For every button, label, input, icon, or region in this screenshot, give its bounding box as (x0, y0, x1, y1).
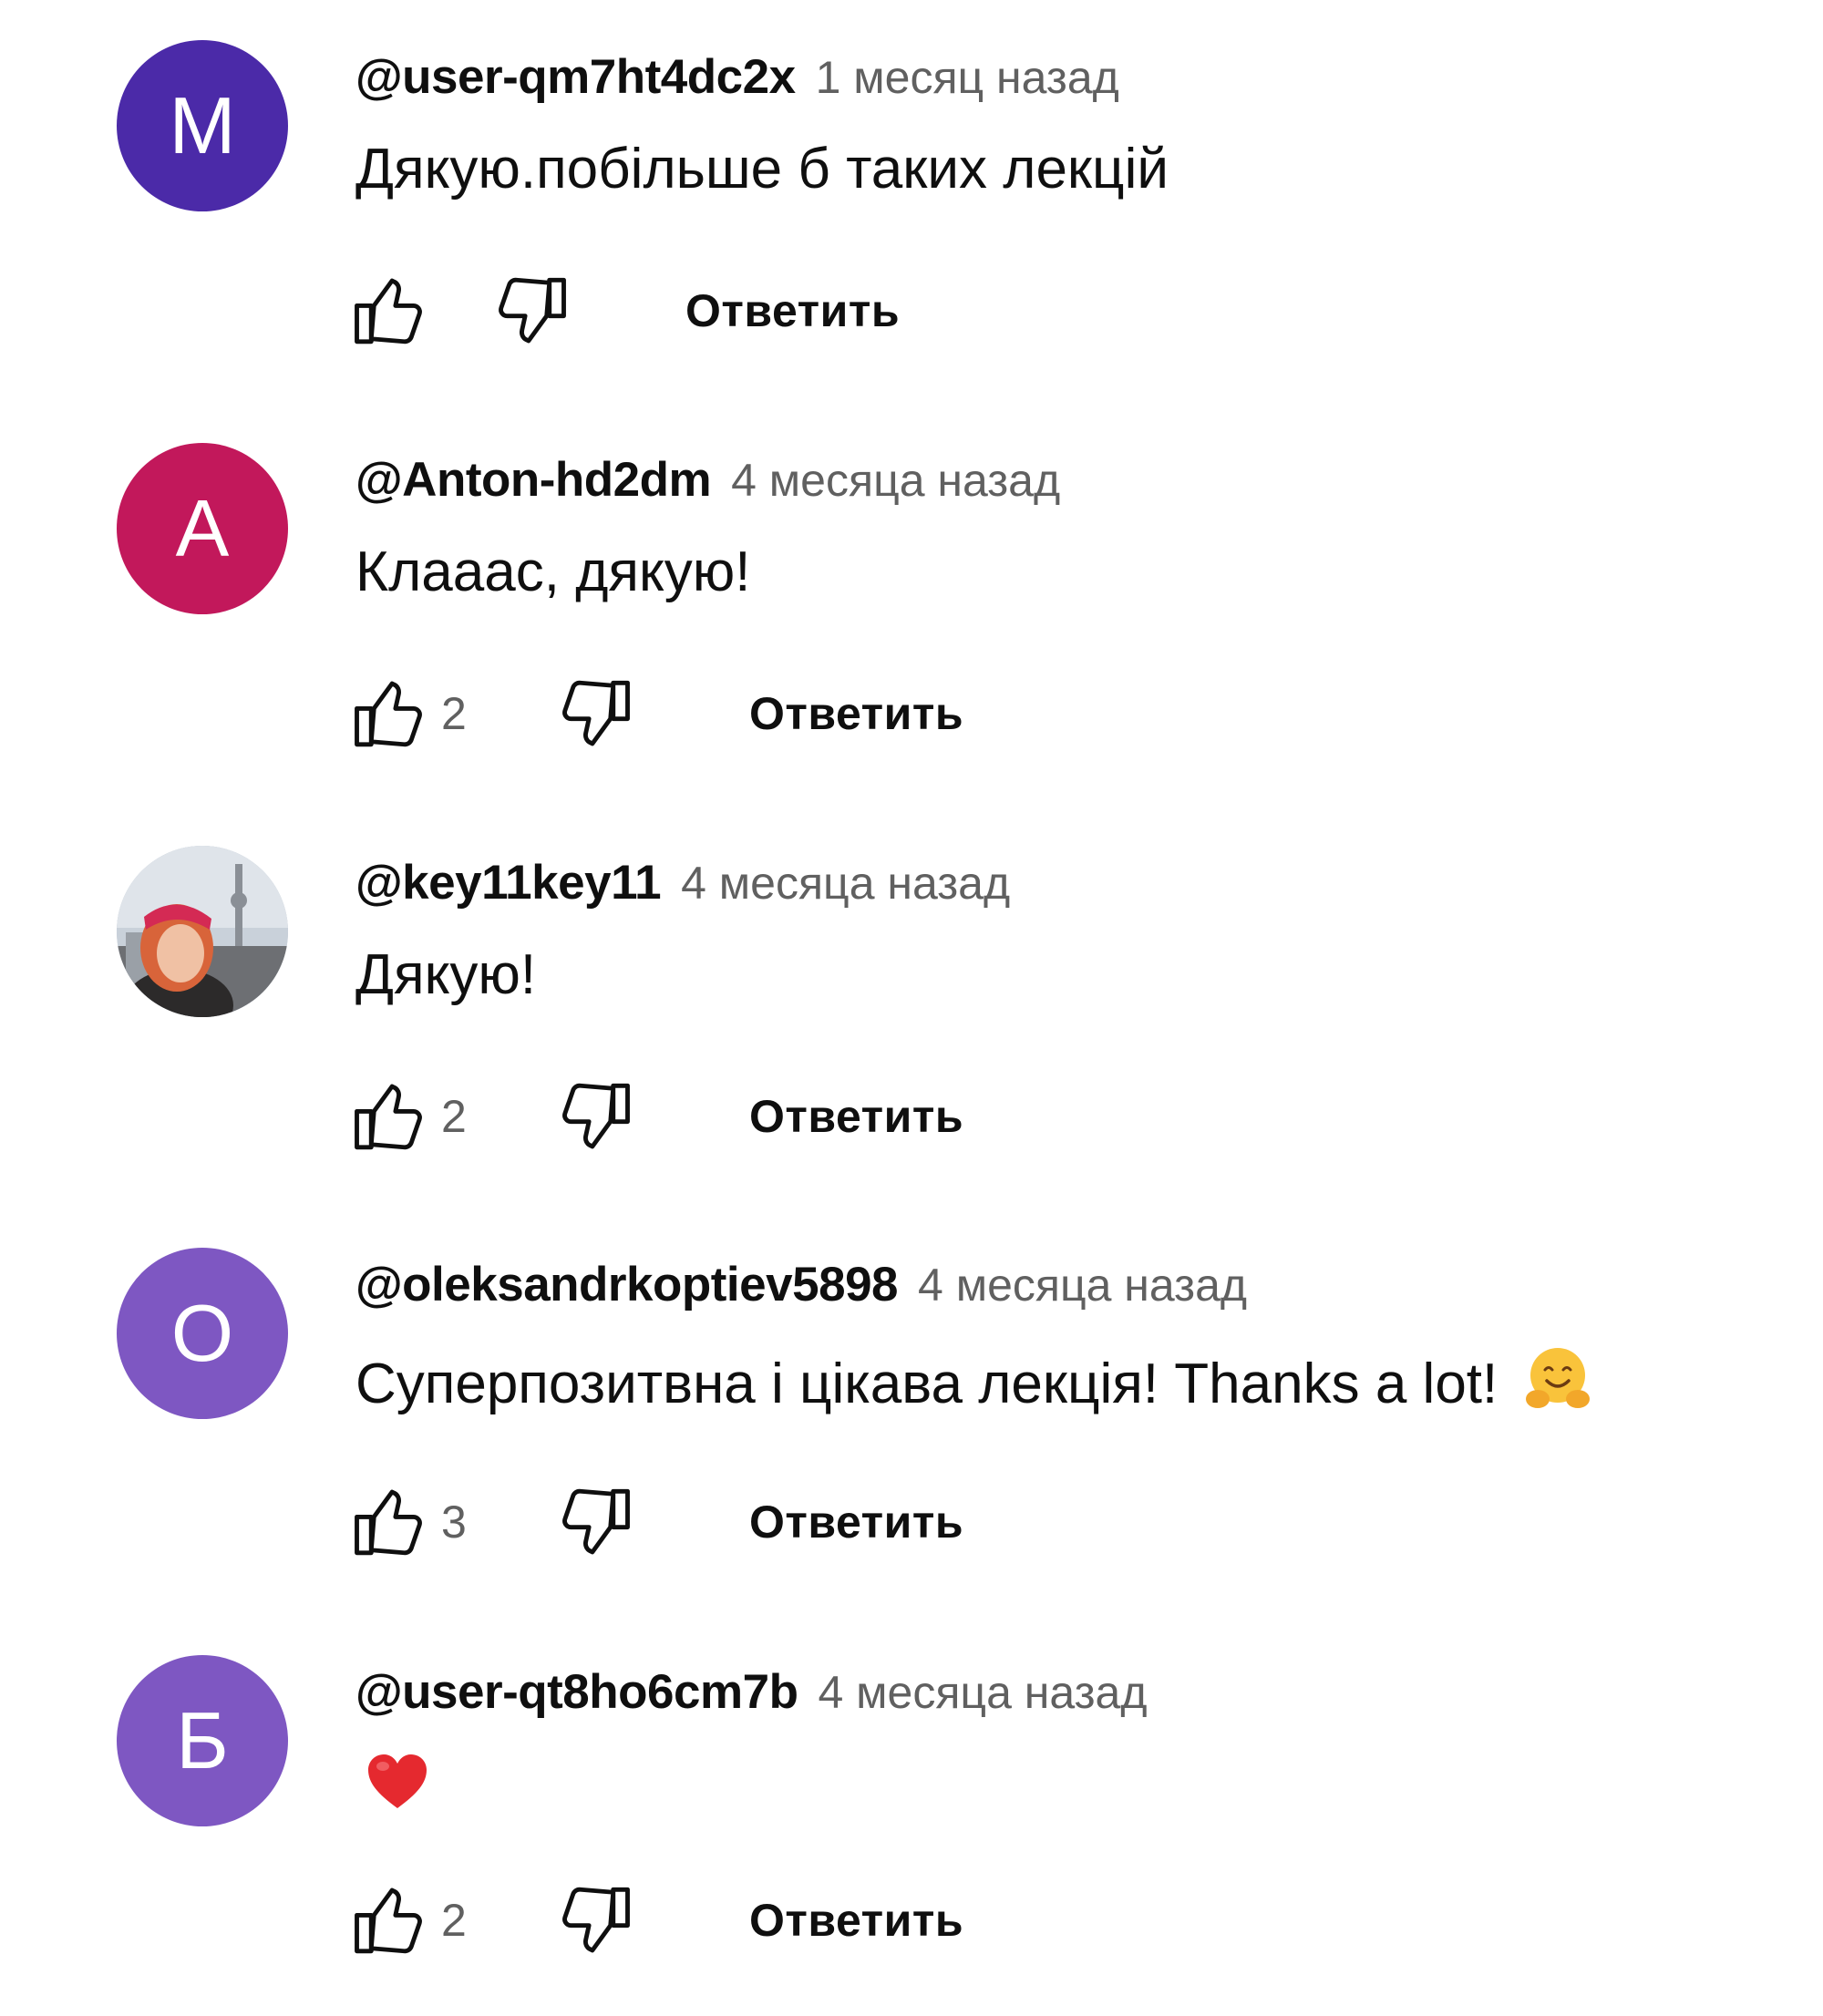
thumbs-down-icon (552, 1481, 634, 1563)
thumbs-down-icon (552, 673, 634, 755)
like-button[interactable] (350, 1879, 432, 1961)
comment-timestamp[interactable]: 4 месяца назад (918, 1259, 1247, 1311)
dislike-button[interactable] (489, 270, 571, 352)
author-name[interactable]: @oleksandrkoptiev5898 (355, 1257, 899, 1312)
comment-thread: M @user-qm7ht4dc2x 1 месяц назад Дякую.п… (0, 0, 1823, 401)
comment-header: @oleksandrkoptiev5898 4 месяца назад (355, 1257, 1247, 1312)
comment-actions: 2 Ответить (350, 1879, 963, 1961)
avatar[interactable]: Б (117, 1655, 288, 1826)
comment-timestamp[interactable]: 4 месяца назад (818, 1666, 1147, 1719)
thumbs-up-icon (350, 1879, 432, 1961)
comment-thread: A @Anton-hd2dm 4 месяца назад Клааас, дя… (0, 403, 1823, 804)
thumbs-down-icon (552, 1075, 634, 1157)
thumbs-up-icon (350, 1481, 432, 1563)
like-count: 3 (441, 1497, 467, 1548)
author-name[interactable]: @Anton-hd2dm (355, 452, 712, 508)
reply-button[interactable]: Ответить (749, 1090, 963, 1143)
avatar[interactable]: M (117, 40, 288, 211)
comment-timestamp[interactable]: 4 месяца назад (681, 857, 1010, 910)
comment-header: @key11key11 4 месяца назад (355, 855, 1010, 910)
comment-text: Клааас, дякую! (355, 540, 751, 603)
profile-photo-icon (117, 846, 288, 1017)
like-button[interactable] (350, 270, 432, 352)
comment-timestamp[interactable]: 4 месяца назад (731, 454, 1060, 507)
reply-button[interactable]: Ответить (685, 284, 900, 337)
comment-text: Дякую! (355, 943, 537, 1006)
like-count: 2 (441, 1895, 467, 1946)
comment-actions: 2 Ответить (350, 673, 963, 755)
comment-actions: 2 Ответить (350, 1075, 963, 1157)
dislike-button[interactable] (552, 1481, 634, 1563)
avatar[interactable] (117, 846, 288, 1017)
like-count: 2 (441, 688, 467, 739)
thumbs-up-icon (350, 1075, 432, 1157)
comment-header: @user-qt8ho6cm7b 4 месяца назад (355, 1664, 1148, 1720)
reply-button[interactable]: Ответить (749, 1496, 963, 1548)
red-heart-emoji (368, 1754, 427, 1808)
avatar[interactable]: A (117, 443, 288, 614)
hugging-face-emoji (1525, 1348, 1590, 1408)
reply-button[interactable]: Ответить (749, 1894, 963, 1947)
like-button[interactable] (350, 1481, 432, 1563)
thumbs-down-icon (552, 1879, 634, 1961)
dislike-button[interactable] (552, 1879, 634, 1961)
comment-actions: Ответить (350, 270, 900, 352)
thumbs-up-icon (350, 270, 432, 352)
avatar[interactable]: O (117, 1248, 288, 1419)
like-button[interactable] (350, 1075, 432, 1157)
author-name[interactable]: @user-qt8ho6cm7b (355, 1664, 798, 1720)
comment-header: @Anton-hd2dm 4 месяца назад (355, 452, 1060, 508)
comment-actions: 3 Ответить (350, 1481, 963, 1563)
author-name[interactable]: @user-qm7ht4dc2x (355, 49, 796, 105)
comment-text (355, 1750, 430, 1829)
like-count: 2 (441, 1091, 467, 1142)
dislike-button[interactable] (552, 1075, 634, 1157)
comment-thread: @key11key11 4 месяца назад Дякую! 2 Отве… (0, 806, 1823, 1207)
reply-button[interactable]: Ответить (749, 687, 963, 740)
dislike-button[interactable] (552, 673, 634, 755)
author-name[interactable]: @key11key11 (355, 855, 662, 910)
comment-text: Дякую.побільше б таких лекцій (355, 138, 1169, 201)
like-button[interactable] (350, 673, 432, 755)
comment-timestamp[interactable]: 1 месяц назад (816, 51, 1119, 104)
comment-thread: O @oleksandrkoptiev5898 4 месяца назад С… (0, 1208, 1823, 1609)
comment-header: @user-qm7ht4dc2x 1 месяц назад (355, 49, 1119, 105)
comment-text-content: Суперпозитвна і цікава лекція! Thanks a … (355, 1353, 1499, 1415)
comment-text: Суперпозитвна і цікава лекція! Thanks a … (355, 1344, 1592, 1416)
thumbs-down-icon (489, 270, 571, 352)
thumbs-up-icon (350, 673, 432, 755)
comment-thread: Б @user-qt8ho6cm7b 4 месяца назад 2 Отве… (0, 1615, 1823, 2016)
